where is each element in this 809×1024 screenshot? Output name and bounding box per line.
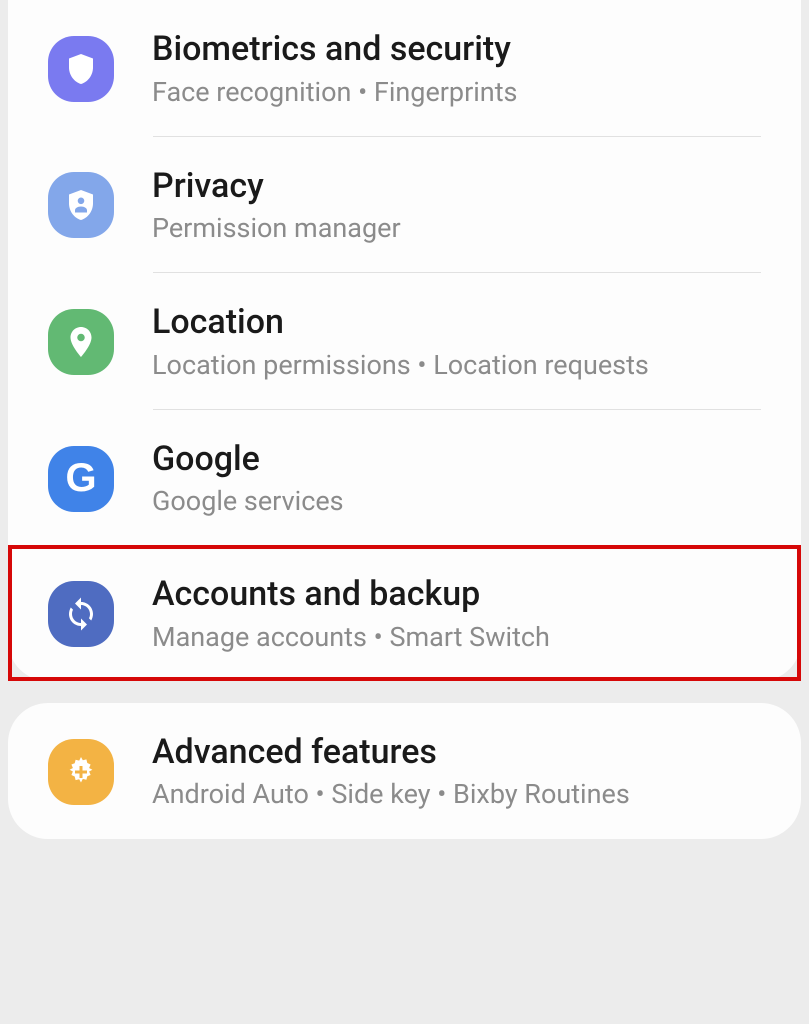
- settings-item-text: Google Google services: [152, 438, 344, 520]
- settings-item-title: Accounts and backup: [152, 573, 550, 616]
- settings-item-subtitle: Face recognition • Fingerprints: [152, 75, 518, 110]
- settings-item-title: Location: [152, 301, 649, 344]
- settings-item-accounts-backup[interactable]: Accounts and backup Manage accounts • Sm…: [8, 545, 801, 681]
- settings-item-subtitle: Android Auto • Side key • Bixby Routines: [152, 777, 630, 812]
- settings-item-text: Biometrics and security Face recognition…: [152, 28, 518, 110]
- settings-group-1: Biometrics and security Face recognition…: [8, 0, 801, 681]
- settings-item-title: Google: [152, 438, 344, 481]
- privacy-shield-icon: [48, 172, 114, 238]
- settings-item-text: Location Location permissions • Location…: [152, 301, 649, 383]
- settings-item-subtitle: Google services: [152, 484, 344, 519]
- shield-icon: [48, 36, 114, 102]
- location-pin-icon: [48, 309, 114, 375]
- settings-item-title: Advanced features: [152, 731, 630, 774]
- settings-item-google[interactable]: G Google Google services: [8, 410, 801, 546]
- settings-item-privacy[interactable]: Privacy Permission manager: [8, 137, 801, 273]
- settings-item-subtitle: Location permissions • Location requests: [152, 348, 649, 383]
- settings-item-subtitle: Manage accounts • Smart Switch: [152, 620, 550, 655]
- sync-icon: [48, 581, 114, 647]
- google-icon: G: [48, 446, 114, 512]
- settings-group-2: Advanced features Android Auto • Side ke…: [8, 703, 801, 839]
- settings-item-subtitle: Permission manager: [152, 211, 401, 246]
- settings-item-text: Advanced features Android Auto • Side ke…: [152, 731, 630, 813]
- plus-gear-icon: [48, 739, 114, 805]
- settings-item-advanced-features[interactable]: Advanced features Android Auto • Side ke…: [8, 703, 801, 839]
- settings-item-location[interactable]: Location Location permissions • Location…: [8, 273, 801, 409]
- settings-item-title: Privacy: [152, 165, 401, 208]
- settings-item-text: Privacy Permission manager: [152, 165, 401, 247]
- settings-item-text: Accounts and backup Manage accounts • Sm…: [152, 573, 550, 655]
- settings-item-title: Biometrics and security: [152, 28, 518, 71]
- settings-item-biometrics[interactable]: Biometrics and security Face recognition…: [8, 0, 801, 136]
